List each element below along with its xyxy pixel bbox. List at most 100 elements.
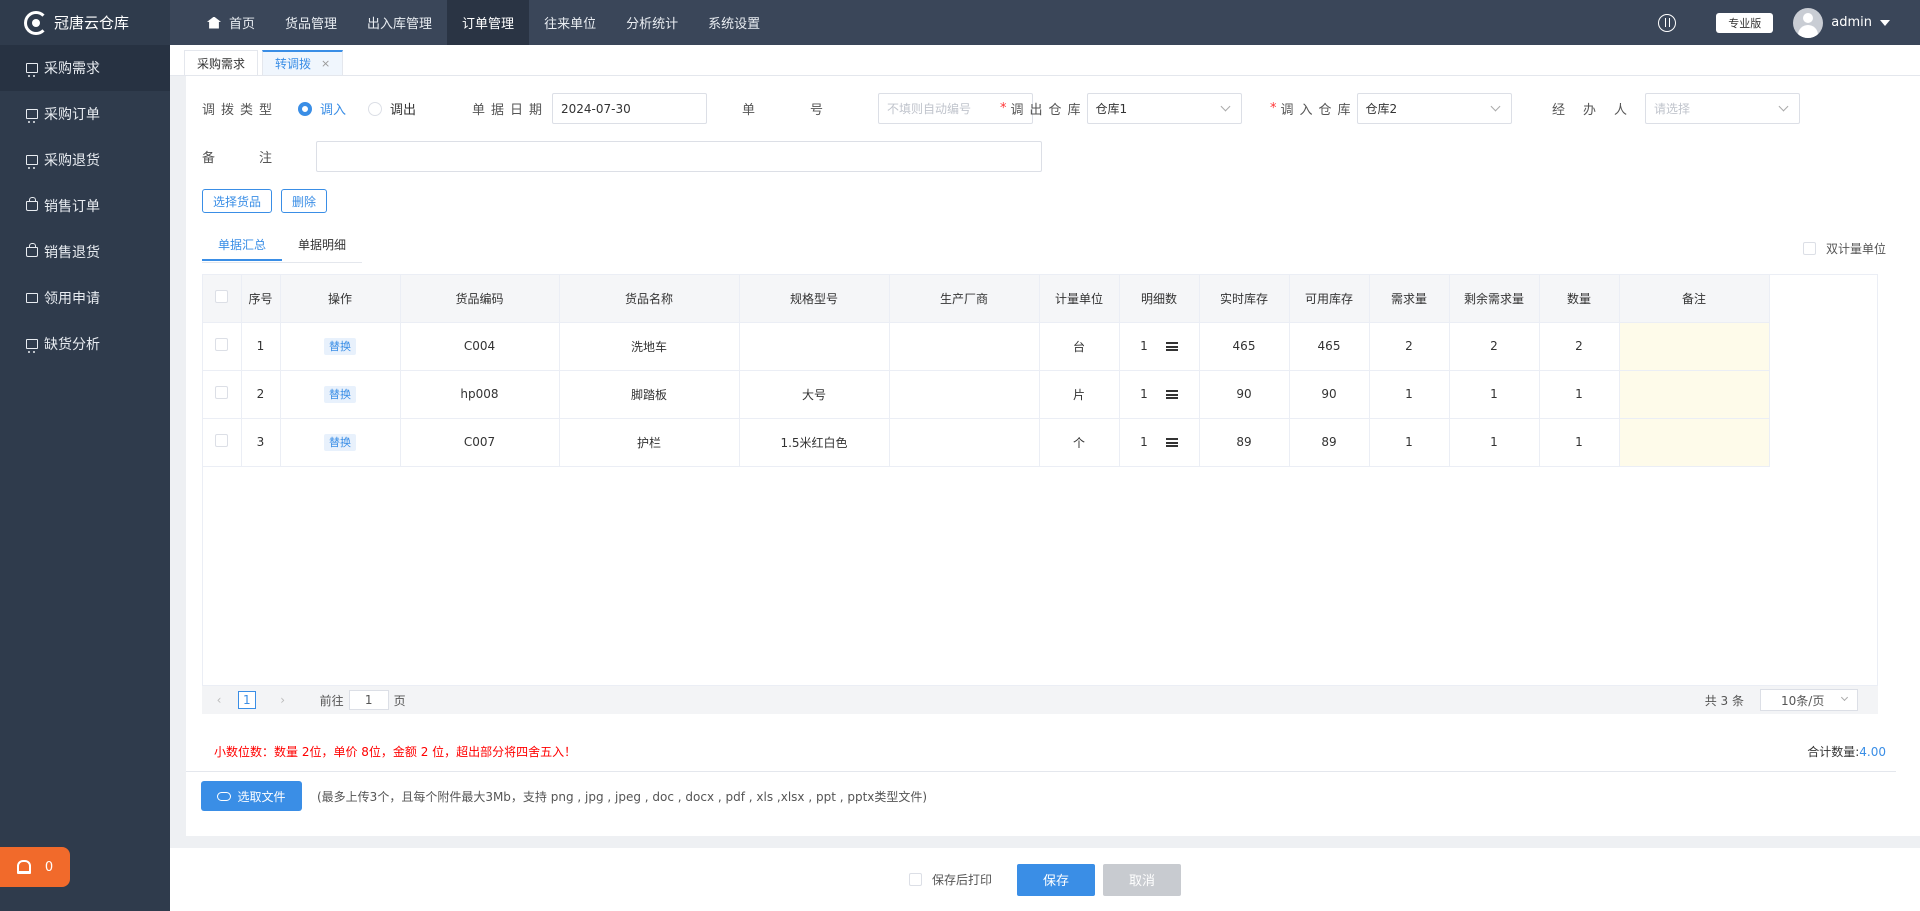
replace-button[interactable]: 替换 bbox=[324, 338, 356, 355]
tab-purchase-demand[interactable]: 采购需求 bbox=[184, 50, 259, 75]
select-file-button[interactable]: 选取文件 bbox=[201, 781, 302, 811]
sidebar-item-sales-order[interactable]: 销售订单 bbox=[0, 183, 170, 229]
row-checkbox[interactable] bbox=[215, 386, 229, 399]
upload-hint: (最多上传3个，且每个附件最大3Mb，支持 png , jpg , jpeg ,… bbox=[317, 790, 928, 804]
required-mark: * bbox=[1270, 101, 1277, 116]
no-label: 单号 bbox=[742, 103, 879, 118]
sidebar-item-requisition[interactable]: 领用申请 bbox=[0, 275, 170, 321]
col-header: 生产厂商 bbox=[889, 275, 1040, 323]
tuning-icon[interactable] bbox=[1658, 13, 1677, 32]
col-header: 计量单位 bbox=[1039, 275, 1120, 323]
nav-partners[interactable]: 往来单位 bbox=[529, 0, 611, 45]
out-warehouse-value: 仓库1 bbox=[1095, 102, 1128, 116]
bag-icon bbox=[26, 197, 38, 211]
cell-maker bbox=[889, 418, 1040, 467]
cancel-button[interactable]: 取消 bbox=[1103, 863, 1181, 896]
radio-transfer-out[interactable] bbox=[368, 101, 383, 116]
next-page-button[interactable]: › bbox=[274, 693, 292, 707]
handler-label: 经办人 bbox=[1552, 103, 1646, 118]
cell-need: 2 bbox=[1369, 322, 1450, 371]
cell-note[interactable] bbox=[1619, 418, 1770, 467]
print-after-save-checkbox[interactable] bbox=[908, 873, 922, 886]
tab-summary[interactable]: 单据汇总 bbox=[202, 236, 283, 261]
nav-goods[interactable]: 货品管理 bbox=[270, 0, 352, 45]
save-button[interactable]: 保存 bbox=[1017, 863, 1095, 896]
goto-page-input[interactable]: 1 bbox=[348, 690, 389, 710]
radio-out-label[interactable]: 调出 bbox=[390, 99, 416, 118]
print-after-save-label: 保存后打印 bbox=[931, 873, 992, 887]
type-label: 调拨类型 bbox=[202, 103, 279, 118]
nav-home[interactable]: 首页 bbox=[192, 0, 270, 45]
cell-note[interactable] bbox=[1619, 322, 1770, 371]
chevron-down-icon bbox=[1840, 693, 1849, 702]
sidebar-item-sales-return[interactable]: 销售退货 bbox=[0, 229, 170, 275]
page-size-select[interactable]: 10条/页 bbox=[1760, 689, 1858, 711]
replace-button[interactable]: 替换 bbox=[324, 386, 356, 403]
select-all-checkbox[interactable] bbox=[215, 290, 229, 304]
cart-icon bbox=[26, 339, 38, 353]
nav-analysis[interactable]: 分析统计 bbox=[611, 0, 693, 45]
nav-label: 首页 bbox=[229, 17, 256, 32]
table-row: 3 替换 C007 护栏 1.5米红白色 个 1 89 89 1 1 1 bbox=[203, 418, 1770, 467]
note-input[interactable] bbox=[316, 141, 1043, 172]
sidebar-item-purchase-demand[interactable]: 采购需求 bbox=[0, 45, 170, 91]
cell-remain: 1 bbox=[1449, 418, 1540, 467]
select-goods-button[interactable]: 选择货品 bbox=[202, 189, 273, 213]
row-select-cell bbox=[203, 370, 242, 419]
alarm-button[interactable]: 0 bbox=[0, 847, 70, 887]
sidebar-item-purchase-return[interactable]: 采购退货 bbox=[0, 137, 170, 183]
row-checkbox[interactable] bbox=[215, 338, 229, 351]
out-warehouse-select[interactable]: 仓库1 bbox=[1086, 93, 1242, 124]
cell-stock: 90 bbox=[1199, 370, 1290, 419]
date-field[interactable]: 2024-07-30 bbox=[552, 93, 708, 124]
avatar[interactable] bbox=[1793, 7, 1824, 38]
cell-code: C004 bbox=[400, 322, 560, 371]
nav-label: 出入库管理 bbox=[367, 17, 433, 32]
nav-orders[interactable]: 订单管理 bbox=[447, 0, 530, 45]
col-header: 备注 bbox=[1619, 275, 1770, 323]
menu-icon[interactable] bbox=[1165, 342, 1178, 351]
row-checkbox[interactable] bbox=[215, 434, 229, 447]
pagination: ‹ 1 › 前往 1 页 共 3 条 10条/页 bbox=[202, 686, 1878, 714]
total-count: 共 3 条 bbox=[1704, 693, 1744, 708]
handler-select[interactable]: 请选择 bbox=[1645, 93, 1801, 124]
cell-qty[interactable]: 2 bbox=[1539, 322, 1620, 371]
nav-inout[interactable]: 出入库管理 bbox=[352, 0, 447, 45]
dual-unit-checkbox[interactable] bbox=[1802, 242, 1816, 255]
handler-placeholder: 请选择 bbox=[1654, 102, 1691, 116]
goods-table: 序号 操作 货品编码 货品名称 规格型号 生产厂商 计量单位 明细数 实时库存 … bbox=[202, 274, 1878, 686]
menu-icon[interactable] bbox=[1165, 390, 1178, 399]
radio-in-label[interactable]: 调入 bbox=[320, 99, 346, 118]
page-tabs: 采购需求 转调拨 × bbox=[170, 45, 1920, 76]
sidebar-item-label: 采购订单 bbox=[44, 107, 100, 123]
app-logo[interactable]: 冠唐云仓库 bbox=[0, 0, 170, 45]
tab-transfer[interactable]: 转调拨 × bbox=[262, 50, 344, 75]
cell-note[interactable] bbox=[1619, 370, 1770, 419]
nav-settings[interactable]: 系统设置 bbox=[693, 0, 775, 45]
replace-button[interactable]: 替换 bbox=[324, 434, 356, 451]
page-number[interactable]: 1 bbox=[238, 691, 256, 709]
tab-detail[interactable]: 单据明细 bbox=[282, 236, 362, 261]
cell-spec bbox=[739, 322, 890, 371]
cell-qty[interactable]: 1 bbox=[1539, 370, 1620, 419]
note-label: 备注 bbox=[202, 151, 317, 166]
user-name[interactable]: admin bbox=[1831, 15, 1872, 30]
radio-transfer-in[interactable] bbox=[298, 101, 313, 116]
cell-no: 2 bbox=[241, 370, 281, 419]
cell-qty[interactable]: 1 bbox=[1539, 418, 1620, 467]
chevron-down-icon[interactable] bbox=[1880, 19, 1890, 26]
footer-bar: 保存后打印 保存 取消 bbox=[170, 848, 1920, 911]
cart-icon bbox=[26, 63, 38, 77]
in-warehouse-select[interactable]: 仓库2 bbox=[1356, 93, 1512, 124]
sidebar-item-label: 缺货分析 bbox=[44, 337, 100, 353]
sidebar-item-shortage-analysis[interactable]: 缺货分析 bbox=[0, 321, 170, 367]
chevron-down-icon bbox=[1778, 101, 1789, 112]
col-header: 剩余需求量 bbox=[1449, 275, 1540, 323]
sidebar-item-purchase-order[interactable]: 采购订单 bbox=[0, 91, 170, 137]
menu-icon[interactable] bbox=[1165, 438, 1178, 447]
col-header: 规格型号 bbox=[739, 275, 890, 323]
delete-button[interactable]: 删除 bbox=[281, 189, 328, 213]
prev-page-button[interactable]: ‹ bbox=[210, 693, 228, 707]
close-icon[interactable]: × bbox=[321, 57, 330, 70]
col-header: 货品名称 bbox=[559, 275, 740, 323]
